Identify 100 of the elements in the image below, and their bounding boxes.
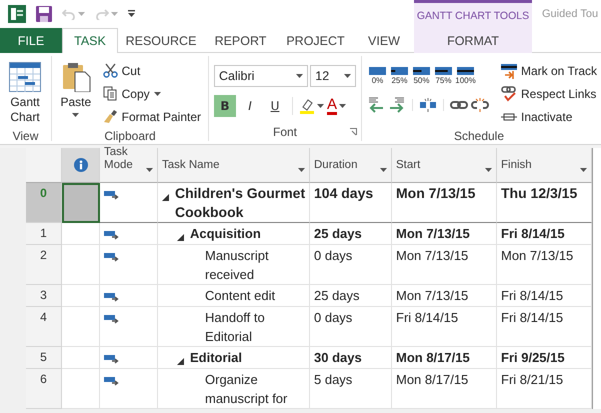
auto-schedule-icon [104,231,120,241]
collapse-triangle-icon[interactable] [162,194,169,201]
percent-complete-button[interactable]: 0% [367,67,388,85]
task-name-cell: Handoff to Editorial [158,307,310,347]
font-size-field[interactable]: 12 [310,65,356,87]
outdent-icon[interactable] [367,97,385,113]
collapse-triangle-icon[interactable] [177,358,184,365]
copy-button[interactable]: Copy [100,83,203,104]
save-button[interactable] [36,3,52,25]
finish-cell: Fri 8/14/15 [497,307,592,347]
split-task-icon[interactable] [419,97,437,113]
task-name-cell: Organize manuscript for [158,369,310,409]
ribbon-tab[interactable]: VIEW [354,28,414,53]
percent-complete-button[interactable]: 75% [433,67,454,85]
column-header[interactable]: Start [392,148,497,183]
unlink-icon[interactable] [471,97,489,113]
gantt-chart-button[interactable]: Gantt Chart [5,60,45,127]
font-family-field[interactable]: Calibri [214,65,308,87]
caret-icon [296,74,304,78]
percent-complete-button[interactable]: 25% [389,67,410,85]
start-cell: Mon 7/13/15 [392,223,497,245]
mark-on-track-button[interactable]: Mark on Track [499,60,600,81]
auto-schedule-icon [104,355,120,365]
row-number: 3 [26,285,62,307]
auto-schedule-icon [104,315,120,325]
ribbon-tab[interactable]: REPORT [204,28,277,53]
progress-bar-icon [435,67,452,75]
paintbrush-icon [102,109,118,124]
start-cell: Mon 8/17/15 [392,347,497,369]
duration-cell: 25 days [310,285,392,307]
column-header[interactable]: Finish [497,148,592,183]
task-name-cell: Children's Gourmet Cookbook [158,183,310,223]
row-number: 1 [26,223,62,245]
bold-button[interactable]: B [214,95,236,117]
finish-cell: Fri 8/14/15 [497,223,592,245]
finish-cell: Fri 8/21/15 [497,369,592,409]
dropdown-caret-icon [380,168,387,172]
collapse-triangle-icon[interactable] [177,234,184,241]
caret-icon [72,113,80,117]
clipboard-icon [60,62,91,92]
ribbon-tab[interactable]: TASK [62,28,118,54]
auto-schedule-icon [104,253,120,263]
ribbon-tab[interactable]: FILE [0,28,62,53]
ribbon-tab[interactable]: RESOURCE [118,28,204,53]
mark-on-track-icon [501,62,517,78]
row-number: 5 [26,347,62,369]
group-label: View [12,128,38,145]
guided-tour-label: Guided Tou [542,8,598,20]
info-column-header[interactable] [62,148,100,183]
column-header[interactable]: Task Name [158,148,310,183]
indent-icon[interactable] [388,97,406,113]
font-color-button[interactable]: A [327,95,346,117]
caret-icon [111,12,118,16]
duration-cell: 5 days [310,369,392,409]
progress-bar-icon [413,67,430,75]
finish-cell: Fri 9/25/15 [497,347,592,369]
finish-cell: Fri 8/14/15 [497,285,592,307]
group-label: Clipboard [104,128,156,145]
column-header[interactable]: Duration [310,148,392,183]
caret-icon [154,92,161,96]
cut-button[interactable]: Cut [100,60,203,81]
format-painter-button[interactable]: Format Painter [100,106,203,127]
task-name-cell: Editorial [158,347,310,369]
percent-complete-button[interactable]: 50% [411,67,432,85]
respect-links-icon [501,86,517,102]
italic-button[interactable]: I [239,95,261,117]
indicator-cell[interactable] [62,183,100,223]
group-label: Font [272,124,297,141]
start-cell: Mon 7/13/15 [392,285,497,307]
column-header[interactable]: Task Mode [100,148,158,183]
ribbon-tab[interactable]: FORMAT [414,28,532,53]
dropdown-caret-icon [485,168,492,172]
duration-cell: 0 days [310,245,392,285]
info-icon [74,158,88,172]
respect-links-button[interactable]: Respect Links [499,83,600,104]
row-number: 2 [26,245,62,285]
ribbon-tab[interactable]: PROJECT [277,28,354,53]
copy-icon [102,86,118,101]
auto-schedule-icon [104,293,120,303]
duration-cell: 104 days [310,183,392,223]
start-cell: Mon 7/13/15 [392,245,497,285]
redo-icon [95,8,109,20]
gantt-chart-icon [9,62,41,92]
percent-complete-button[interactable]: 100% [455,67,476,85]
row-number: 6 [26,369,62,409]
underline-button[interactable]: U [264,95,286,117]
start-cell: Mon 7/13/15 [392,183,497,223]
task-name-cell: Manuscript received [158,245,310,285]
caret-icon [317,104,324,108]
progress-bar-icon [369,67,386,75]
paste-button[interactable]: Paste [57,60,95,127]
highlighter-icon [299,98,315,114]
undo-icon [62,8,76,20]
row-number: 4 [26,307,62,347]
save-icon [36,6,52,22]
caret-icon [339,104,346,108]
inactivate-button[interactable]: Inactivate [499,106,600,127]
duration-cell: 0 days [310,307,392,347]
dropdown-caret-icon [580,168,587,172]
dropdown-caret-icon [146,168,153,172]
